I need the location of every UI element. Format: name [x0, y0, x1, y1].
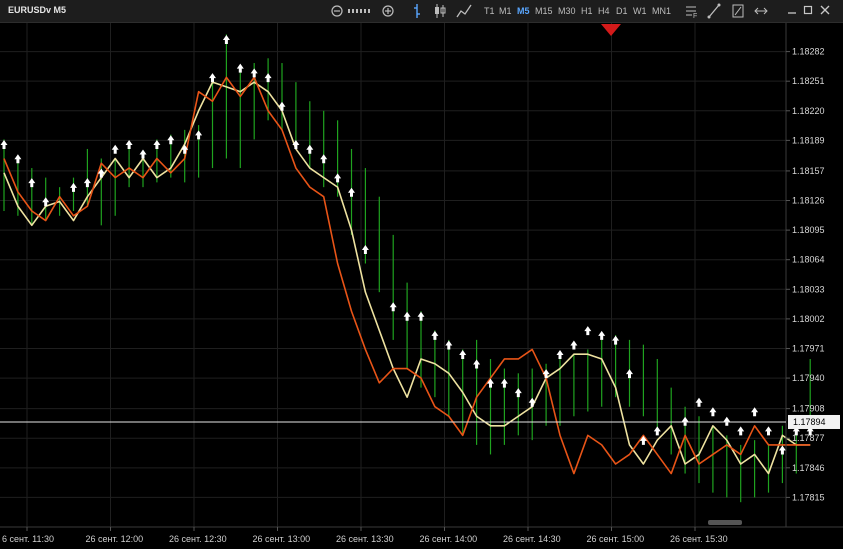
current-price-label: 1.17894	[793, 417, 826, 427]
trendline-icon[interactable]	[707, 2, 721, 20]
minimize-icon[interactable]	[787, 4, 797, 16]
objects-icon[interactable]	[731, 2, 745, 20]
bar-chart-icon[interactable]	[411, 2, 423, 20]
timeframe-t1[interactable]: T1	[484, 6, 495, 16]
price-tick-label: 1.18095	[792, 225, 825, 235]
line-chart-icon[interactable]	[456, 2, 472, 20]
time-tick-label: 26 сент. 13:00	[253, 534, 311, 544]
zoom-level-icon[interactable]	[347, 2, 377, 20]
time-tick-label: 26 сент. 14:30	[503, 534, 561, 544]
timeframe-mn1[interactable]: MN1	[652, 6, 671, 16]
price-tick-label: 1.17908	[792, 404, 825, 414]
price-tick-label: 1.18282	[792, 47, 825, 57]
price-tick-label: 1.18033	[792, 284, 825, 294]
price-tick-label: 1.17940	[792, 373, 825, 383]
timeframe-h1[interactable]: H1	[581, 6, 593, 16]
price-tick-label: 1.18189	[792, 135, 825, 145]
price-tick-label: 1.18157	[792, 166, 825, 176]
symbol-label: EURUSDv M5	[8, 5, 67, 15]
price-tick-label: 1.17971	[792, 343, 825, 353]
timeframe-d1[interactable]: D1	[616, 6, 628, 16]
time-tick-label: 26 сент. 12:00	[86, 534, 144, 544]
zoom-out-icon[interactable]	[330, 2, 344, 20]
time-tick-label: 26 сент. 14:00	[420, 534, 478, 544]
time-tick-label: 26 сент. 15:30	[670, 534, 728, 544]
timeframe-m30[interactable]: M30	[558, 6, 576, 16]
price-tick-label: 1.18126	[792, 196, 825, 206]
indicators-icon[interactable]: F	[684, 2, 698, 20]
price-tick-label: 1.18251	[792, 76, 825, 86]
price-tick-label: 1.17877	[792, 433, 825, 443]
chart-toolbar: EURUSDv M5 T1 M1 M5 M15 M30 H1 H4 D1 W1 …	[0, 0, 843, 23]
close-icon[interactable]	[820, 4, 830, 16]
price-chart[interactable]: 1.18282 1.18251 1.18220 1.18189 1.18157 1.181…	[0, 0, 843, 549]
timeframe-w1[interactable]: W1	[633, 6, 647, 16]
maximize-icon[interactable]	[803, 4, 813, 16]
price-tick-label: 1.17815	[792, 492, 825, 502]
time-tick-label: 6 сент. 11:30	[2, 534, 54, 544]
zoom-in-icon[interactable]	[381, 2, 395, 20]
timeframe-m5[interactable]: M5	[517, 6, 530, 16]
price-tick-label: 1.18064	[792, 255, 825, 265]
time-tick-label: 26 сент. 15:00	[587, 534, 645, 544]
horizontal-scrollbar[interactable]	[708, 520, 742, 525]
price-tick-label: 1.18220	[792, 106, 825, 116]
svg-text:F: F	[693, 13, 697, 20]
time-tick-label: 26 сент. 13:30	[336, 534, 394, 544]
timeframe-m1[interactable]: M1	[499, 6, 512, 16]
price-tick-label: 1.18002	[792, 314, 825, 324]
time-tick-label: 26 сент. 12:30	[169, 534, 227, 544]
chart-background	[0, 22, 843, 549]
price-tick-label: 1.17846	[792, 463, 825, 473]
timeframe-h4[interactable]: H4	[598, 6, 610, 16]
scroll-arrows-icon[interactable]	[753, 2, 769, 20]
candlestick-icon[interactable]	[433, 2, 447, 20]
timeframe-m15[interactable]: M15	[535, 6, 553, 16]
